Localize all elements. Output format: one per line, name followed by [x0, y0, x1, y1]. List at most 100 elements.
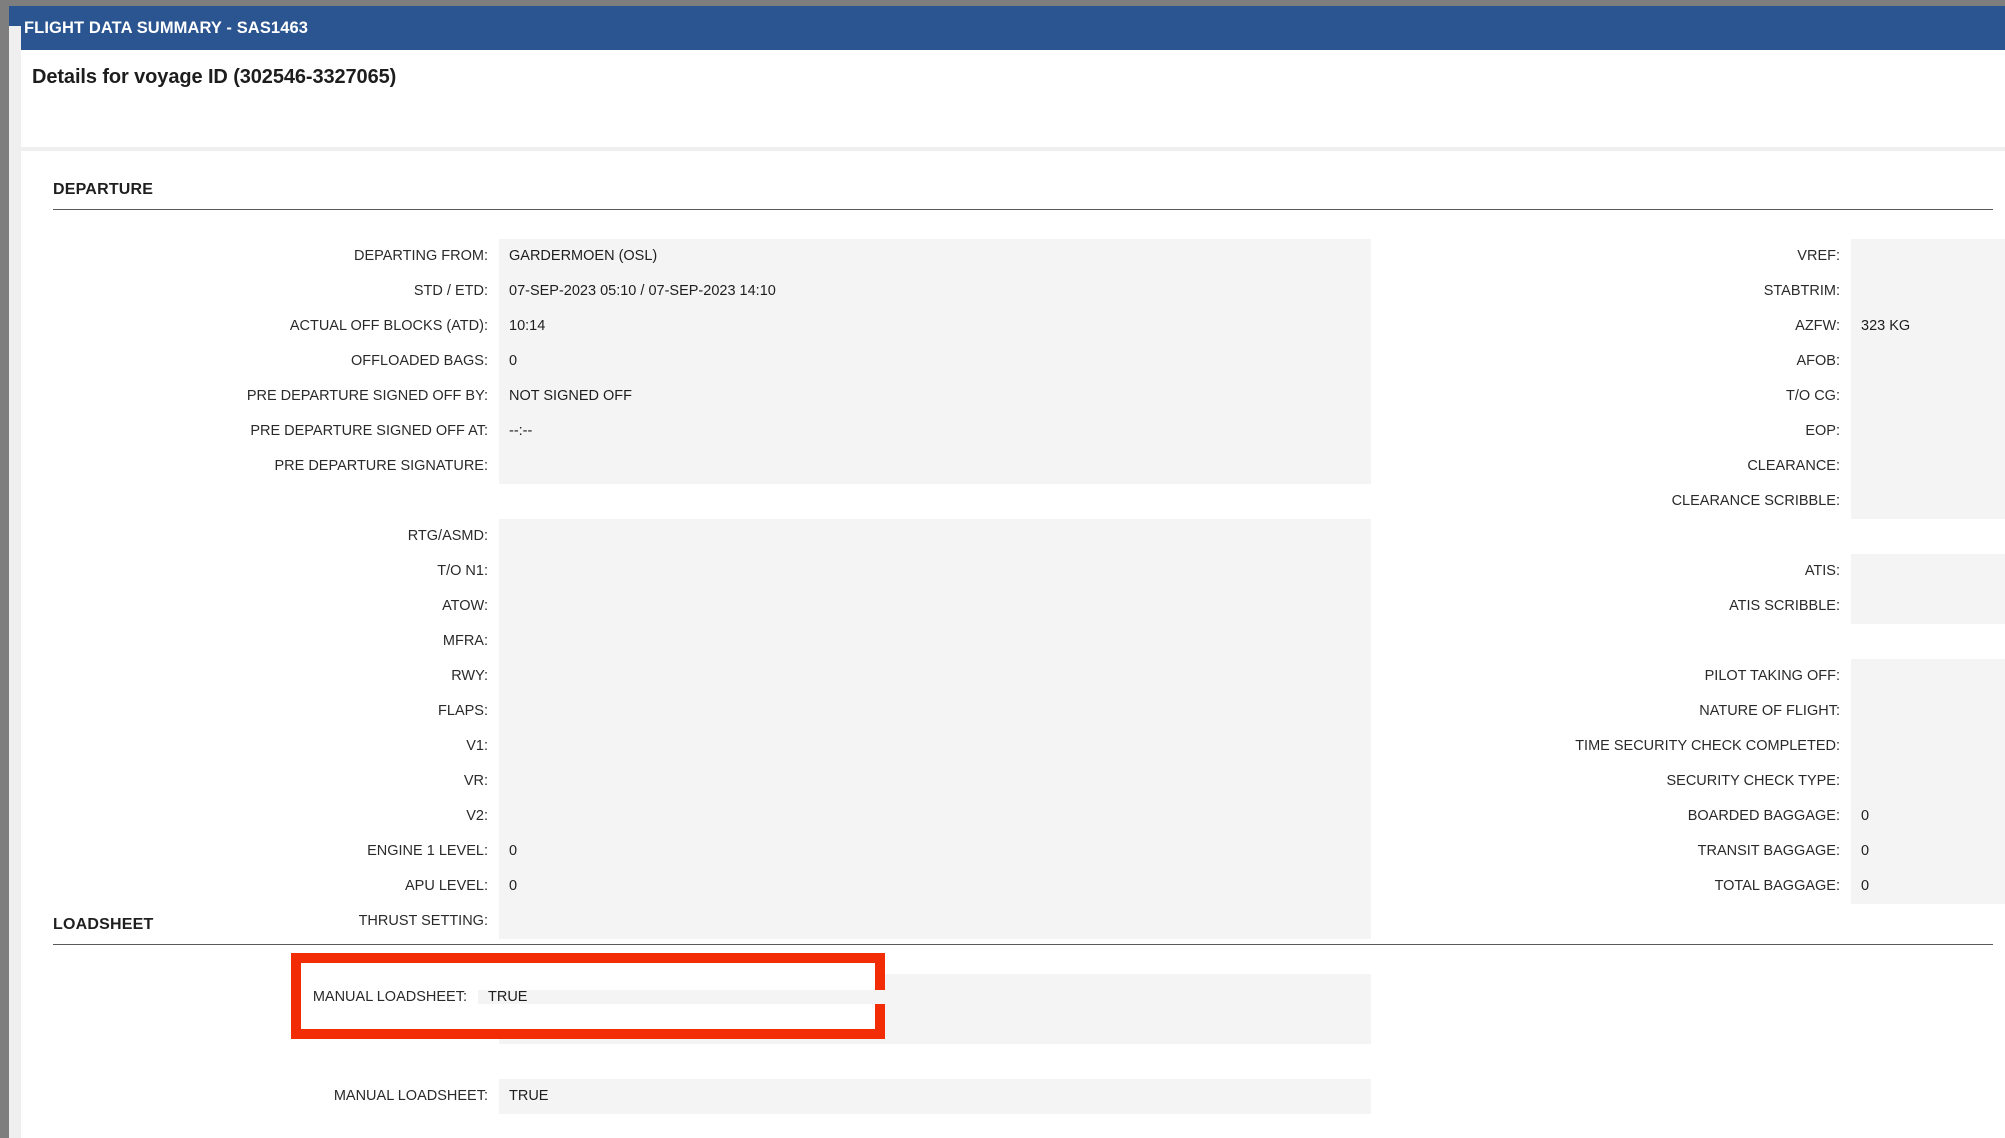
field-value[interactable]: [499, 589, 1371, 624]
field-label: DEPARTING FROM:: [354, 248, 488, 265]
field-value[interactable]: [499, 694, 1371, 729]
field-value[interactable]: [499, 449, 1371, 484]
field-row-spacer: [1371, 519, 2005, 554]
field-row: MFRA:: [21, 624, 1371, 659]
field-row: THRUST SETTING:: [21, 904, 1371, 939]
field-label: APU LEVEL:: [404, 878, 488, 895]
field-value[interactable]: [499, 729, 1371, 764]
field-value[interactable]: [499, 519, 1371, 554]
field-value: [1851, 519, 2005, 554]
field-label: T/O CG:: [1786, 388, 1840, 405]
section-heading-loadsheet: LOADSHEET: [53, 916, 154, 933]
field-value[interactable]: [1851, 729, 2005, 764]
field-value[interactable]: 0: [1851, 834, 2005, 869]
field-value[interactable]: GARDERMOEN (OSL): [499, 239, 1371, 274]
section-divider-departure: [53, 209, 1993, 210]
field-label: EOP:: [1805, 423, 1840, 440]
page-title: Details for voyage ID (302546-3327065): [32, 66, 397, 88]
field-label: CLEARANCE:: [1747, 458, 1840, 475]
field-value[interactable]: [499, 764, 1371, 799]
field-value[interactable]: [1851, 414, 2005, 449]
field-row: ATOW:: [21, 589, 1371, 624]
field-value[interactable]: 0: [499, 344, 1371, 379]
field-row-spacer: [1371, 624, 2005, 659]
field-value[interactable]: [1851, 694, 2005, 729]
field-value[interactable]: [1851, 344, 2005, 379]
field-value[interactable]: [1851, 484, 2005, 519]
field-row: NATURE OF FLIGHT:: [1371, 694, 2005, 729]
field-label: ATIS:: [1804, 563, 1840, 580]
field-row: MANUAL LOADSHEET: TRUE: [21, 1079, 1371, 1114]
field-label: BOARDED BAGGAGE:: [1687, 808, 1840, 825]
field-value[interactable]: 323 KG: [1851, 309, 2005, 344]
field-value[interactable]: [1851, 764, 2005, 799]
field-label: RTG/ASMD:: [407, 528, 488, 545]
field-label: PRE DEPARTURE SIGNED OFF AT:: [250, 423, 488, 440]
field-row: PRE DEPARTURE SIGNATURE:: [21, 449, 1371, 484]
field-row: T/O N1:: [21, 554, 1371, 589]
field-value[interactable]: [499, 624, 1371, 659]
field-label: PRE DEPARTURE SIGNATURE:: [274, 458, 488, 475]
highlighted-field-value[interactable]: TRUE: [478, 990, 1038, 1005]
field-row: CLEARANCE:: [1371, 449, 2005, 484]
field-row: OFFLOADED BAGS: 0: [21, 344, 1371, 379]
field-value[interactable]: [1851, 589, 2005, 624]
field-row: TRANSIT BAGGAGE: 0: [1371, 834, 2005, 869]
field-label: FLAPS:: [438, 703, 488, 720]
field-value[interactable]: [1851, 274, 2005, 309]
field-value[interactable]: [499, 799, 1371, 834]
field-value[interactable]: 0: [499, 869, 1371, 904]
field-row: RWY:: [21, 659, 1371, 694]
field-row: RTG/ASMD:: [21, 519, 1371, 554]
field-label: RWY:: [451, 668, 488, 685]
field-label: ACTUAL OFF BLOCKS (ATD):: [289, 318, 488, 335]
field-value[interactable]: [499, 659, 1371, 694]
field-label: VR:: [463, 773, 488, 790]
field-label: STD / ETD:: [413, 283, 488, 300]
field-row: STABTRIM:: [1371, 274, 2005, 309]
field-label: [21, 1044, 499, 1079]
departure-right-column: VREF: STABTRIM: AZFW: 323 KG AFOB: T/O CG: EOP…: [1371, 239, 2005, 904]
field-label: MFRA:: [442, 633, 488, 650]
field-value[interactable]: 07-SEP-2023 05:10 / 07-SEP-2023 14:10: [499, 274, 1371, 309]
field-label: CLEARANCE SCRIBBLE:: [1671, 493, 1840, 510]
window-left-edge: [0, 0, 9, 1138]
field-row: PILOT TAKING OFF:: [1371, 659, 2005, 694]
field-row: DEPARTING FROM: GARDERMOEN (OSL): [21, 239, 1371, 274]
field-value[interactable]: --:--: [499, 414, 1371, 449]
field-label: ATOW:: [442, 598, 488, 615]
field-value[interactable]: 0: [1851, 869, 2005, 904]
app-header: FLIGHT DATA SUMMARY - SAS1463: [9, 6, 2005, 50]
field-row: PRE DEPARTURE SIGNED OFF AT: --:--: [21, 414, 1371, 449]
field-label: PILOT TAKING OFF:: [1704, 668, 1840, 685]
field-row: VREF:: [1371, 239, 2005, 274]
field-row: VR:: [21, 764, 1371, 799]
field-value[interactable]: 0: [499, 834, 1371, 869]
highlighted-field-label: MANUAL LOADSHEET:: [312, 988, 467, 1005]
field-row: PRE DEPARTURE SIGNED OFF BY: NOT SIGNED O…: [21, 379, 1371, 414]
field-value[interactable]: NOT SIGNED OFF: [499, 379, 1371, 414]
field-value[interactable]: 0: [1851, 799, 2005, 834]
field-value[interactable]: 10:14: [499, 309, 1371, 344]
field-row: ENGINE 1 LEVEL: 0: [21, 834, 1371, 869]
field-row: CLEARANCE SCRIBBLE:: [1371, 484, 2005, 519]
field-value[interactable]: [1851, 659, 2005, 694]
field-row: TOTAL BAGGAGE: 0: [1371, 869, 2005, 904]
field-value[interactable]: [499, 554, 1371, 589]
field-row: SECURITY CHECK TYPE:: [1371, 764, 2005, 799]
departure-left-column: DEPARTING FROM: GARDERMOEN (OSL) STD / ETD…: [21, 239, 1371, 939]
app-header-title: FLIGHT DATA SUMMARY - SAS1463: [24, 18, 309, 37]
window-top-edge: [0, 0, 2005, 6]
field-value[interactable]: [1851, 449, 2005, 484]
app-window: FLIGHT DATA SUMMARY - SAS1463 Details fo…: [0, 0, 2005, 1138]
field-value[interactable]: [1851, 239, 2005, 274]
field-label: V1:: [466, 738, 488, 755]
field-value[interactable]: [1851, 554, 2005, 589]
field-value[interactable]: [499, 904, 1371, 939]
field-value[interactable]: TRUE: [499, 1079, 1371, 1114]
field-label: VREF:: [1797, 248, 1840, 265]
field-row: ACTUAL OFF BLOCKS (ATD): 10:14: [21, 309, 1371, 344]
field-value[interactable]: [1851, 379, 2005, 414]
field-row: STD / ETD: 07-SEP-2023 05:10 / 07-SEP-202…: [21, 274, 1371, 309]
field-row: AZFW: 323 KG: [1371, 309, 2005, 344]
